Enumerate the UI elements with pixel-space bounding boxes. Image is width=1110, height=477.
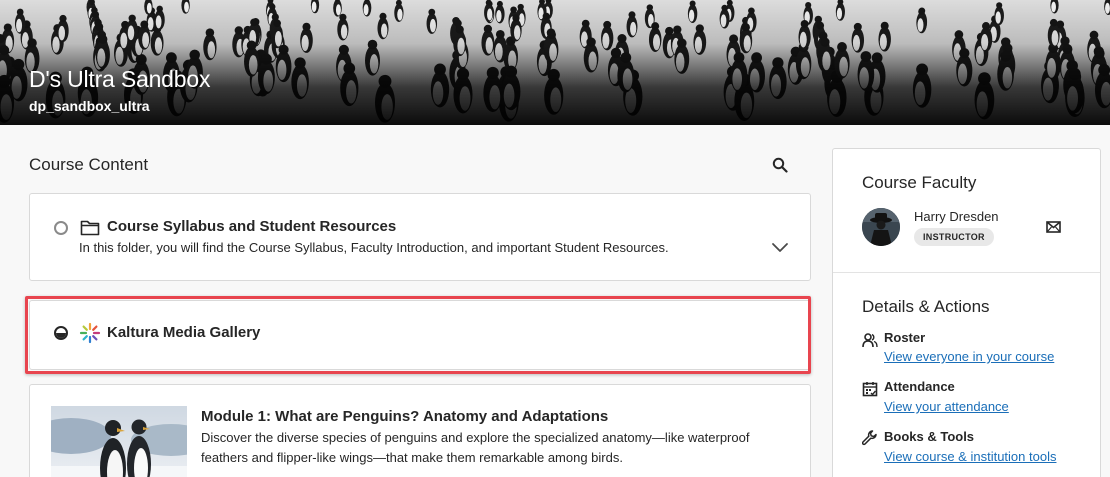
folder-icon xyxy=(80,220,100,236)
item-description-line-1: Discover the diverse species of penguins… xyxy=(201,430,750,445)
module-thumbnail-image xyxy=(51,406,187,477)
course-content-heading: Course Content xyxy=(29,155,149,174)
attendance-icon xyxy=(862,382,878,397)
books-tools-link[interactable]: View course & institution tools xyxy=(884,449,1056,464)
progress-indicator[interactable] xyxy=(54,221,68,235)
roster-link[interactable]: View everyone in your course xyxy=(884,349,1054,364)
roster-label: Roster xyxy=(884,330,926,345)
item-title[interactable]: Module 1: What are Penguins? Anatomy and… xyxy=(201,408,608,425)
content-item-syllabus[interactable]: Course Syllabus and Student Resources In… xyxy=(29,193,811,281)
course-faculty-heading: Course Faculty xyxy=(862,173,977,192)
content-item-kaltura[interactable]: Kaltura Media Gallery xyxy=(29,300,811,370)
kaltura-icon xyxy=(79,322,101,344)
details-actions-heading: Details & Actions xyxy=(862,297,990,316)
progress-indicator[interactable] xyxy=(54,326,68,340)
mail-icon[interactable] xyxy=(1046,221,1061,233)
course-banner: D's Ultra Sandbox dp_sandbox_ultra xyxy=(0,0,1110,125)
search-button[interactable] xyxy=(768,153,792,177)
item-title[interactable]: Kaltura Media Gallery xyxy=(107,324,260,341)
course-code: dp_sandbox_ultra xyxy=(29,98,150,114)
attendance-label: Attendance xyxy=(884,379,955,394)
item-description-line-2: feathers and flipper-like wings—that mak… xyxy=(201,450,623,465)
role-badge: INSTRUCTOR xyxy=(914,228,994,246)
chevron-down-icon[interactable] xyxy=(771,242,789,254)
course-details-panel: Course Faculty Harry Dresden INSTRUCTOR … xyxy=(832,148,1101,477)
books-tools-label: Books & Tools xyxy=(884,429,975,444)
faculty-name[interactable]: Harry Dresden xyxy=(914,209,999,224)
item-title[interactable]: Course Syllabus and Student Resources xyxy=(107,218,396,235)
roster-icon xyxy=(862,333,878,348)
course-title: D's Ultra Sandbox xyxy=(29,66,211,92)
panel-divider xyxy=(833,272,1100,273)
content-item-module-1[interactable]: Module 1: What are Penguins? Anatomy and… xyxy=(29,384,811,477)
attendance-link[interactable]: View your attendance xyxy=(884,399,1009,414)
search-icon xyxy=(772,157,788,173)
wrench-icon xyxy=(862,430,877,446)
item-description: In this folder, you will find the Course… xyxy=(79,240,669,255)
avatar[interactable] xyxy=(862,208,900,246)
